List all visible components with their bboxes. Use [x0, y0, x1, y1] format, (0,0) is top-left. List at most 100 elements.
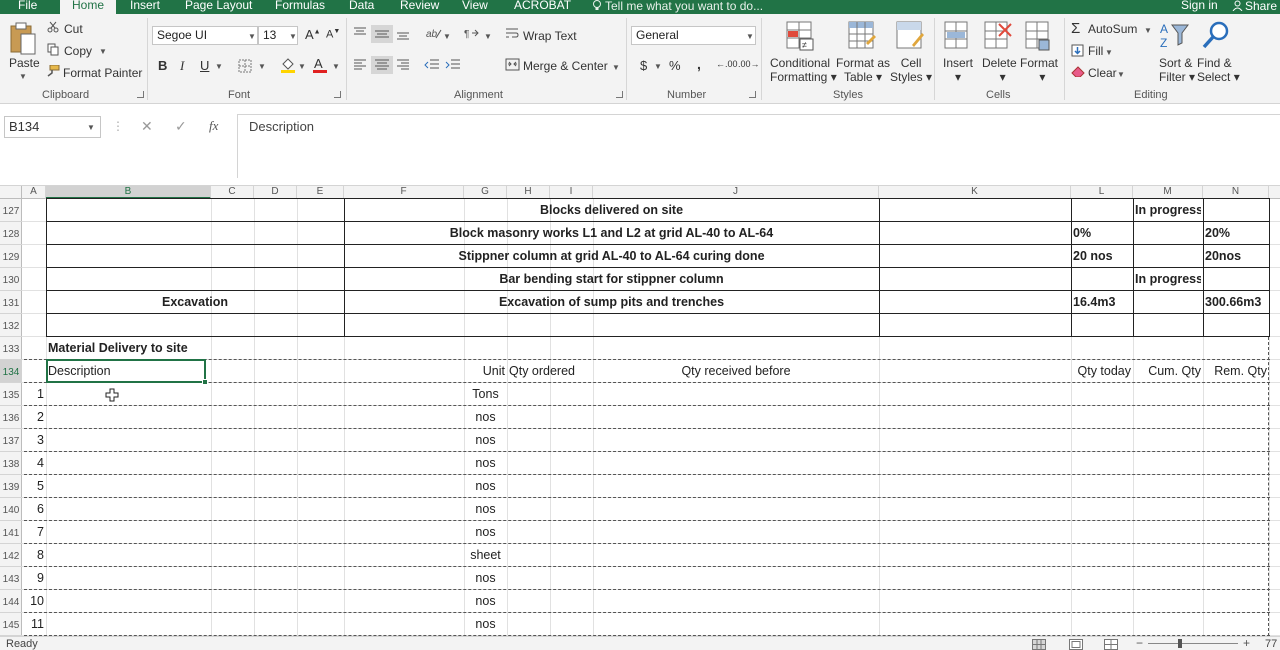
normal-view-icon[interactable]	[1032, 639, 1046, 650]
item-number[interactable]: 1	[24, 383, 44, 405]
fill-handle[interactable]	[202, 379, 208, 385]
format-cells-button[interactable]: Format ▾	[1020, 56, 1058, 84]
align-middle-icon[interactable]	[371, 25, 393, 43]
zoom-out-button[interactable]: −	[1136, 637, 1143, 650]
item-number[interactable]: 7	[24, 521, 44, 543]
font-color-icon[interactable]: A	[312, 56, 328, 76]
item-unit[interactable]: nos	[466, 567, 505, 589]
item-number[interactable]: 11	[24, 613, 44, 635]
cell-g134[interactable]: Unit	[466, 360, 505, 382]
confirm-entry-icon[interactable]: ✓	[175, 118, 187, 135]
cell-n128[interactable]: 20%	[1205, 222, 1267, 244]
fill-dropdown-icon[interactable]: ▼	[1105, 48, 1113, 57]
row-header-142[interactable]: 142	[0, 544, 22, 567]
row-header-138[interactable]: 138	[0, 452, 22, 475]
paste-icon[interactable]	[9, 22, 37, 59]
number-format-select[interactable]: General	[631, 26, 756, 45]
item-number[interactable]: 5	[24, 475, 44, 497]
cell-m134[interactable]: Cum. Qty	[1135, 360, 1201, 382]
decrease-decimal-button[interactable]: .00→	[738, 59, 760, 69]
cell-l128[interactable]: 0%	[1073, 222, 1131, 244]
cell-f128[interactable]: Block masonry works L1 and L2 at grid AL…	[346, 222, 877, 244]
alignment-launcher-icon[interactable]	[616, 91, 623, 98]
orientation-icon[interactable]: ab	[426, 26, 442, 43]
format-painter-button[interactable]: Format Painter	[63, 66, 142, 80]
column-header-a[interactable]: A	[22, 186, 46, 199]
item-unit[interactable]: nos	[466, 452, 505, 474]
cell-m127[interactable]: In progress	[1135, 199, 1201, 221]
tab-formulas[interactable]: Formulas	[275, 0, 325, 14]
cell-f127[interactable]: Blocks delivered on site	[346, 199, 877, 221]
row-header-145[interactable]: 145	[0, 613, 22, 636]
row-header-131[interactable]: 131	[0, 291, 22, 314]
tell-me-search[interactable]: Tell me what you want to do...	[592, 0, 763, 12]
find-select-button[interactable]: Find & Select ▾	[1197, 56, 1240, 84]
currency-dropdown-icon[interactable]: ▼	[654, 62, 662, 71]
percent-format-button[interactable]: %	[669, 58, 681, 73]
share-button[interactable]: Share	[1232, 0, 1277, 12]
zoom-slider-track[interactable]	[1148, 643, 1238, 644]
cancel-entry-icon[interactable]: ✕	[141, 118, 153, 135]
font-size-dropdown-icon[interactable]: ▼	[289, 32, 297, 41]
paragraph-direction-icon[interactable]: ¶	[464, 27, 480, 42]
font-name-dropdown-icon[interactable]: ▼	[248, 32, 256, 41]
font-color-dropdown-icon[interactable]: ▼	[332, 62, 340, 71]
bold-button[interactable]: B	[158, 58, 167, 73]
merge-center-button[interactable]: Merge & Center	[523, 59, 608, 73]
cell-m130[interactable]: In progress	[1135, 268, 1201, 290]
cell-l129[interactable]: 20 nos	[1073, 245, 1131, 267]
row-header-144[interactable]: 144	[0, 590, 22, 613]
cell-f130[interactable]: Bar bending start for stippner column	[346, 268, 877, 290]
insert-function-icon[interactable]: fx	[209, 118, 218, 134]
item-number[interactable]: 2	[24, 406, 44, 428]
fill-color-icon[interactable]	[280, 57, 296, 76]
row-header-135[interactable]: 135	[0, 383, 22, 406]
wrap-text-button[interactable]: Wrap Text	[523, 29, 577, 43]
clipboard-launcher-icon[interactable]	[137, 91, 144, 98]
cell-n129[interactable]: 20nos	[1205, 245, 1267, 267]
tab-view[interactable]: View	[462, 0, 488, 14]
align-top-icon[interactable]	[353, 27, 367, 42]
conditional-formatting-button[interactable]: Conditional Formatting ▾	[770, 56, 837, 84]
clear-dropdown-icon[interactable]: ▼	[1117, 70, 1125, 79]
tab-data[interactable]: Data	[349, 0, 374, 14]
borders-dropdown-icon[interactable]: ▼	[258, 62, 266, 71]
increase-indent-icon[interactable]	[445, 59, 461, 74]
row-header-137[interactable]: 137	[0, 429, 22, 452]
active-cell-selection[interactable]	[46, 359, 206, 383]
tab-page-layout[interactable]: Page Layout	[185, 0, 252, 14]
cell-h134[interactable]: Qty ordered	[509, 360, 591, 382]
direction-dropdown-icon[interactable]: ▼	[484, 32, 492, 41]
font-name-select[interactable]: Segoe UI	[152, 26, 258, 45]
cell-l134[interactable]: Qty today	[1073, 360, 1132, 382]
cell-l131[interactable]: 16.4m3	[1073, 291, 1131, 313]
sort-filter-button[interactable]: Sort & Filter ▾	[1159, 56, 1195, 84]
row-header-136[interactable]: 136	[0, 406, 22, 429]
item-unit[interactable]: nos	[466, 613, 505, 635]
number-format-dropdown-icon[interactable]: ▼	[746, 32, 754, 41]
row-header-133[interactable]: 133	[0, 337, 22, 360]
item-unit[interactable]: nos	[466, 406, 505, 428]
select-all-corner[interactable]	[0, 186, 22, 199]
paste-button[interactable]: Paste	[9, 56, 40, 70]
paste-dropdown-icon[interactable]: ▼	[19, 72, 27, 81]
underline-dropdown-icon[interactable]: ▼	[215, 62, 223, 71]
cell-f131[interactable]: Excavation of sump pits and trenches	[346, 291, 877, 313]
cut-button[interactable]: Cut	[64, 22, 83, 36]
tab-acrobat[interactable]: ACROBAT	[514, 0, 571, 14]
underline-button[interactable]: U	[200, 58, 209, 73]
tab-home[interactable]: Home	[60, 0, 116, 14]
cell-b131[interactable]: Excavation	[48, 291, 342, 313]
autosum-dropdown-icon[interactable]: ▼	[1144, 26, 1152, 35]
insert-cells-button[interactable]: Insert ▾	[943, 56, 973, 84]
row-header-141[interactable]: 141	[0, 521, 22, 544]
format-as-table-button[interactable]: Format as Table ▾	[836, 56, 890, 84]
row-header-140[interactable]: 140	[0, 498, 22, 521]
page-layout-view-icon[interactable]	[1069, 639, 1083, 650]
delete-cells-button[interactable]: Delete ▾	[982, 56, 1017, 84]
item-number[interactable]: 10	[24, 590, 44, 612]
row-header-132[interactable]: 132	[0, 314, 22, 337]
item-unit[interactable]: nos	[466, 498, 505, 520]
row-header-139[interactable]: 139	[0, 475, 22, 498]
fill-button[interactable]: Fill	[1088, 44, 1103, 58]
